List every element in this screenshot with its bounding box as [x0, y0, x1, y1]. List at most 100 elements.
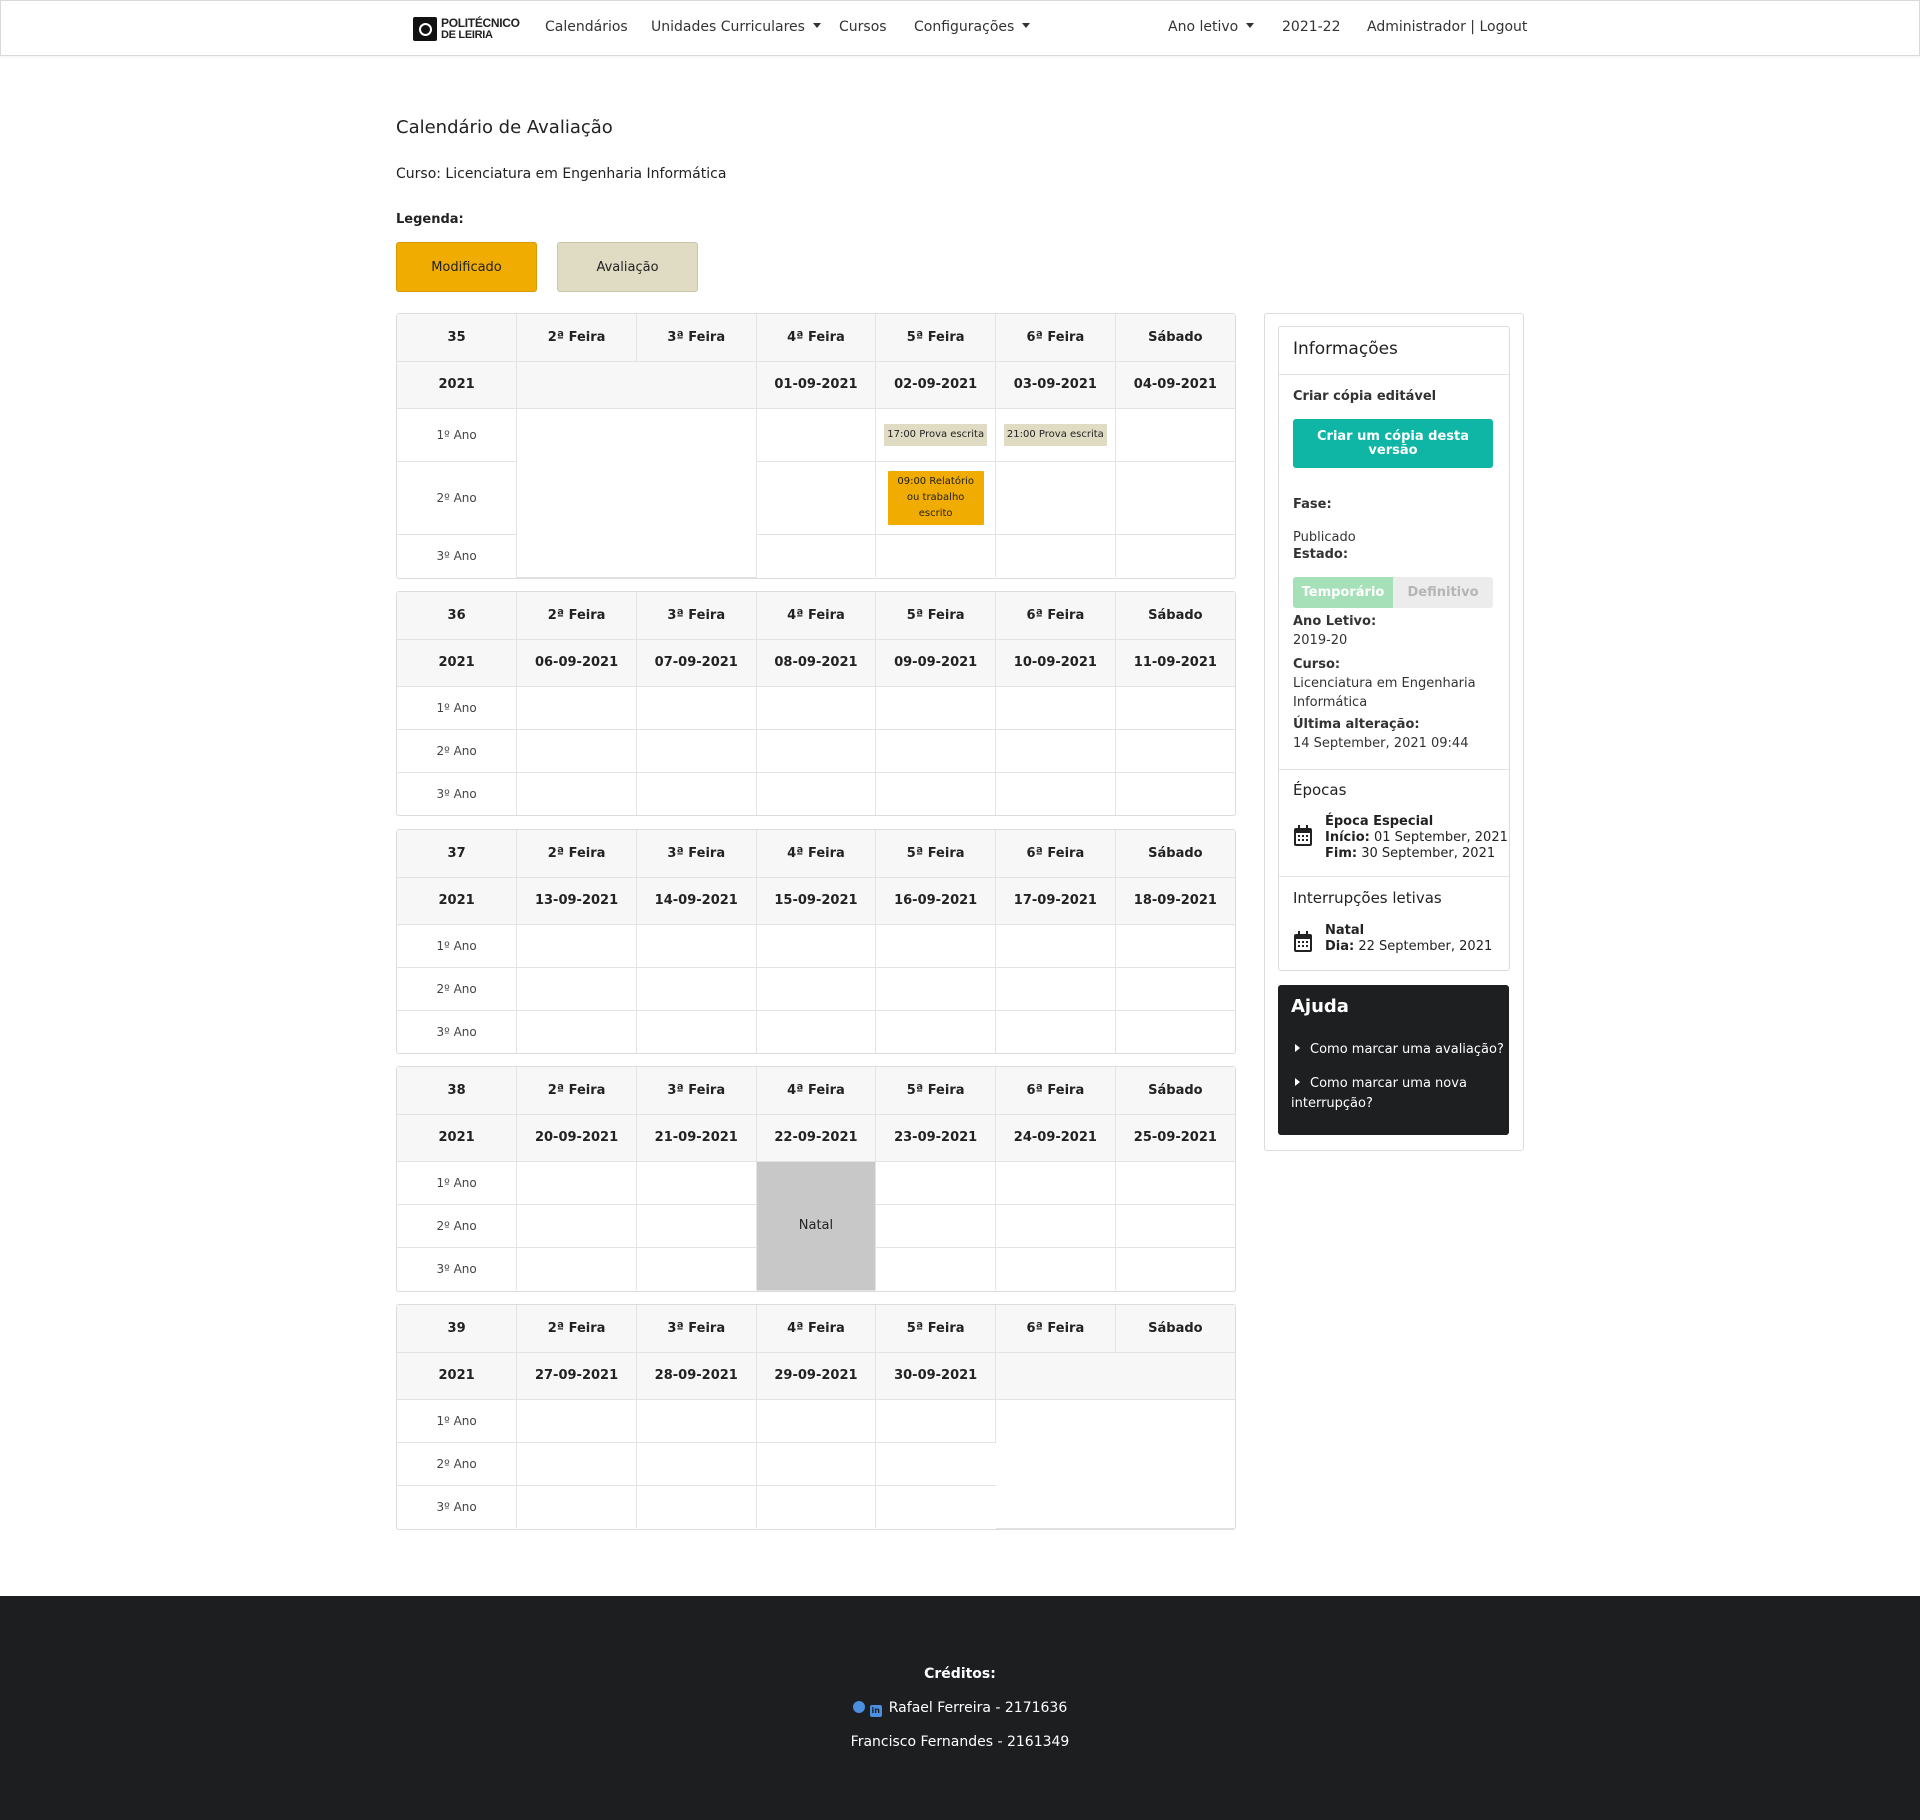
exam-event[interactable]: 21:00 Prova escrita	[1003, 423, 1107, 446]
day-cell[interactable]	[1115, 1247, 1235, 1290]
day-cell[interactable]	[1115, 1161, 1235, 1205]
day-cell[interactable]	[516, 1399, 637, 1443]
day-cell[interactable]	[516, 967, 637, 1011]
day-cell[interactable]	[875, 967, 997, 1011]
day-cell[interactable]	[995, 772, 1116, 815]
day-cell[interactable]	[636, 1161, 757, 1205]
nav-ano-letivo[interactable]: Ano letivo	[1168, 19, 1255, 35]
day-cell[interactable]	[516, 924, 637, 968]
day-cell[interactable]	[1115, 967, 1235, 1011]
interruption-natal[interactable]: Natal	[756, 1161, 877, 1291]
day-cell[interactable]	[756, 924, 877, 968]
day-cell[interactable]	[636, 1442, 757, 1486]
day-cell[interactable]: 21:00 Prova escrita	[995, 408, 1116, 462]
day-cell[interactable]	[636, 1010, 757, 1053]
day-cell[interactable]	[636, 772, 757, 815]
day-header: 3ª Feira	[636, 592, 757, 640]
create-copy-button[interactable]: Criar um cópia desta versão	[1293, 419, 1493, 468]
day-cell[interactable]	[875, 534, 997, 577]
day-cell[interactable]	[636, 1399, 757, 1443]
day-cell[interactable]	[516, 1485, 637, 1528]
day-cell[interactable]	[756, 1442, 877, 1486]
nav-cursos[interactable]: Cursos	[839, 19, 887, 35]
day-cell[interactable]	[995, 729, 1116, 773]
day-cell[interactable]	[995, 461, 1116, 535]
nav-config-label: Configurações	[914, 19, 1015, 35]
day-cell[interactable]	[516, 1442, 637, 1486]
day-cell[interactable]	[516, 1204, 637, 1248]
day-cell[interactable]	[995, 967, 1116, 1011]
nav-admin-logout[interactable]: Administrador | Logout	[1367, 19, 1527, 35]
row-label: 1º Ano	[397, 924, 518, 968]
day-cell[interactable]	[875, 1442, 996, 1486]
day-cell[interactable]	[1115, 408, 1235, 462]
day-cell[interactable]	[875, 686, 997, 730]
day-cell[interactable]	[1115, 772, 1235, 815]
day-cell[interactable]	[756, 461, 877, 535]
day-cell[interactable]	[995, 686, 1116, 730]
day-cell[interactable]	[875, 1161, 997, 1205]
nav-calendarios[interactable]: Calendários	[545, 19, 628, 35]
day-cell[interactable]	[1115, 729, 1235, 773]
day-cell[interactable]	[516, 686, 637, 730]
day-header: 4ª Feira	[756, 1305, 877, 1353]
day-cell[interactable]	[1115, 1204, 1235, 1248]
day-cell[interactable]	[876, 1485, 996, 1528]
day-cell[interactable]	[636, 1204, 757, 1248]
day-cell[interactable]	[636, 1485, 757, 1528]
day-cell[interactable]	[995, 1161, 1116, 1205]
day-cell[interactable]	[756, 967, 877, 1011]
day-cell[interactable]	[636, 686, 757, 730]
day-cell[interactable]	[756, 534, 877, 577]
politecnico-logo[interactable]: POLITÉCNICO DE LEIRIA	[413, 16, 520, 42]
day-cell[interactable]	[995, 534, 1116, 577]
toggle-temporario[interactable]: Temporário	[1293, 577, 1393, 608]
day-cell[interactable]	[995, 924, 1116, 968]
nav-unidades-curriculares[interactable]: Unidades Curriculares	[651, 19, 821, 35]
day-cell[interactable]	[875, 1399, 997, 1443]
day-cell[interactable]	[516, 1161, 637, 1205]
day-cell[interactable]	[1115, 534, 1235, 577]
day-cell[interactable]	[756, 729, 877, 773]
day-cell[interactable]	[875, 772, 997, 815]
day-cell[interactable]	[516, 729, 637, 773]
day-cell[interactable]	[1115, 924, 1235, 968]
day-cell[interactable]	[1115, 461, 1235, 535]
estado-toggle[interactable]: Temporário Definitivo	[1293, 577, 1493, 608]
day-cell[interactable]	[756, 1010, 877, 1053]
day-cell[interactable]	[636, 967, 757, 1011]
day-cell[interactable]	[995, 1010, 1116, 1053]
day-cell[interactable]	[875, 1204, 997, 1248]
day-cell[interactable]	[516, 1247, 637, 1290]
day-cell[interactable]	[995, 1247, 1116, 1290]
day-cell[interactable]	[1115, 686, 1235, 730]
day-cell[interactable]: 17:00 Prova escrita	[875, 408, 997, 462]
day-cell[interactable]	[875, 1010, 997, 1053]
exam-event[interactable]: 17:00 Prova escrita	[884, 423, 988, 446]
help-link-interrupcao[interactable]: Como marcar uma nova interrupção?	[1291, 1074, 1467, 1114]
day-cell[interactable]	[995, 1204, 1116, 1248]
day-cell[interactable]	[756, 772, 877, 815]
day-header: 4ª Feira	[756, 314, 877, 362]
linkedin-icon[interactable]: in	[869, 1705, 882, 1717]
day-cell[interactable]	[875, 1247, 997, 1290]
day-cell[interactable]	[516, 1010, 637, 1053]
day-cell[interactable]	[756, 408, 877, 462]
day-cell[interactable]	[756, 686, 877, 730]
day-cell[interactable]	[636, 924, 757, 968]
modified-event[interactable]: 09:00 Relatório ou trabalho escrito	[887, 470, 984, 525]
day-cell[interactable]: 09:00 Relatório ou trabalho escrito	[875, 461, 997, 535]
day-cell[interactable]	[636, 1247, 757, 1290]
nav-configuracoes[interactable]: Configurações	[914, 19, 1031, 35]
toggle-definitivo[interactable]: Definitivo	[1393, 577, 1493, 608]
help-link-avaliacao[interactable]: Como marcar uma avaliação?	[1291, 1040, 1504, 1060]
github-icon[interactable]	[852, 1701, 865, 1713]
nav-current-year[interactable]: 2021-22	[1282, 19, 1341, 35]
day-cell[interactable]	[756, 1399, 877, 1443]
day-cell[interactable]	[756, 1485, 877, 1528]
day-cell[interactable]	[636, 729, 757, 773]
day-cell[interactable]	[516, 772, 637, 815]
day-cell[interactable]	[875, 729, 997, 773]
day-cell[interactable]	[875, 924, 997, 968]
day-cell[interactable]	[1115, 1010, 1235, 1053]
